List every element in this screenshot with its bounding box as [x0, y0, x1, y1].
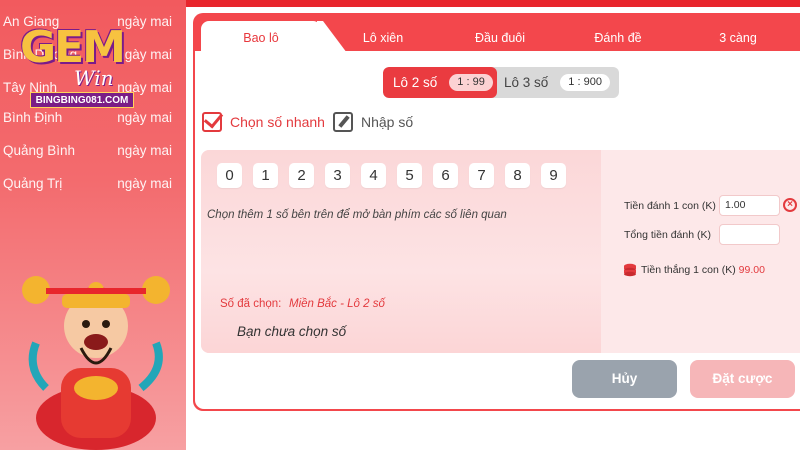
selected-numbers-label: Số đã chọn:: [220, 298, 282, 310]
logo-sub: Win: [74, 66, 114, 90]
no-selection-text: Bạn chưa chọn số: [237, 324, 347, 339]
edit-icon: [333, 112, 353, 132]
manual-entry-label: Nhập số: [361, 114, 414, 130]
win-value: 99.00: [738, 264, 765, 276]
top-strip: [186, 0, 800, 7]
quick-pick-option[interactable]: Chọn số nhanh: [202, 112, 325, 132]
draw-day: ngày mai: [117, 110, 172, 125]
digit-button[interactable]: 7: [469, 163, 494, 188]
option-label: Lô 2 số: [393, 75, 438, 90]
lo-type-switch: Lô 2 số 1 : 99 Lô 3 số 1 : 900: [383, 67, 619, 98]
tab-danh-de[interactable]: Đánh đề: [578, 23, 658, 53]
digit-button[interactable]: 6: [433, 163, 458, 188]
checkbox-checked-icon: [202, 112, 222, 132]
option-label: Lô 3 số: [504, 75, 549, 90]
manual-entry-option[interactable]: Nhập số: [333, 112, 413, 132]
bet-type-tabs: Bao lô Lô xiên Đầu đuôi Đánh đề 3 càng: [193, 13, 800, 53]
win-label: Tiền thắng 1 con (K): [641, 264, 736, 276]
clear-icon[interactable]: ×: [783, 198, 797, 212]
digit-button[interactable]: 5: [397, 163, 422, 188]
digit-button[interactable]: 1: [253, 163, 278, 188]
sidebar-row[interactable]: Quảng Bình ngày mai: [0, 134, 186, 167]
sidebar-row[interactable]: Quảng Trị ngày mai: [0, 167, 186, 200]
lo-2-so-option[interactable]: Lô 2 số 1 : 99: [383, 67, 497, 98]
cancel-button[interactable]: Hủy: [572, 360, 677, 398]
province-name: Quảng Bình: [3, 143, 76, 158]
total-label: Tổng tiền đánh (K): [624, 229, 711, 241]
tab-lo-xien[interactable]: Lô xiên: [343, 23, 423, 53]
logo-banner: BINGBING081.COM: [30, 92, 134, 108]
coin-stack-icon: [624, 263, 636, 277]
draw-day: ngày mai: [117, 176, 172, 191]
lo-3-so-option[interactable]: Lô 3 số 1 : 900: [499, 67, 619, 98]
digit-button[interactable]: 9: [541, 163, 566, 188]
quick-pick-label: Chọn số nhanh: [230, 114, 325, 130]
stake-input[interactable]: 1.00: [719, 195, 780, 216]
digit-button[interactable]: 2: [289, 163, 314, 188]
tab-dau-duoi[interactable]: Đầu đuôi: [455, 23, 545, 53]
tab-3-cang[interactable]: 3 càng: [698, 23, 778, 53]
hint-text: Chọn thêm 1 số bên trên để mở bàn phím c…: [207, 209, 507, 221]
digit-button[interactable]: 8: [505, 163, 530, 188]
brand-logo: GEM Win BINGBING081.COM: [20, 16, 140, 108]
odds-badge: 1 : 99: [449, 74, 493, 91]
place-bet-button[interactable]: Đặt cược: [690, 360, 795, 398]
odds-badge: 1 : 900: [560, 74, 610, 91]
digit-button[interactable]: 0: [217, 163, 242, 188]
digit-button[interactable]: 3: [325, 163, 350, 188]
total-input[interactable]: [719, 224, 780, 245]
draw-day: ngày mai: [117, 143, 172, 158]
digit-button[interactable]: 4: [361, 163, 386, 188]
tab-bao-lo[interactable]: Bao lô: [201, 21, 321, 53]
digit-row: 0 1 2 3 4 5 6 7 8 9: [217, 163, 566, 188]
left-sidebar: An Giang ngày mai Bình Dương ngày mai Tâ…: [0, 0, 186, 450]
stake-label: Tiền đánh 1 con (K): [624, 200, 716, 212]
win-amount: Tiền thắng 1 con (K) 99.00: [641, 264, 765, 276]
province-name: Bình Định: [3, 110, 63, 125]
province-name: Quảng Trị: [3, 176, 63, 191]
god-of-wealth-mascot: [22, 276, 170, 450]
selected-numbers-value: Miền Bắc - Lô 2 số: [289, 298, 385, 310]
